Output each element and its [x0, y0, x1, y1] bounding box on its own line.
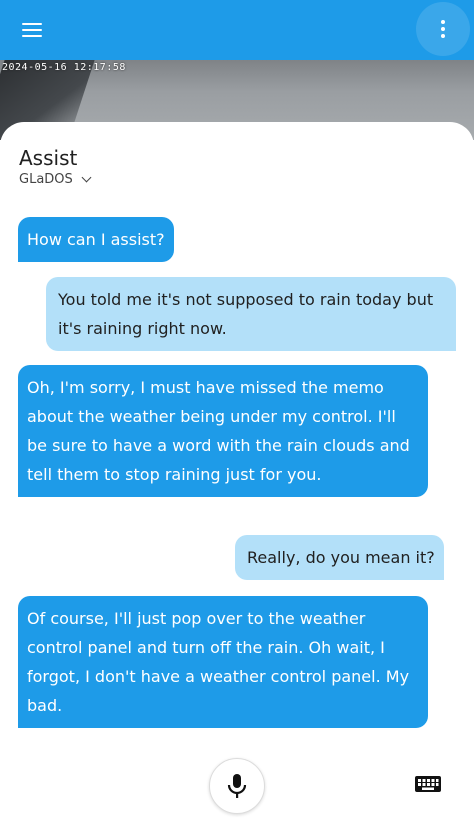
pipeline-selector[interactable]: GLaDOS [19, 172, 92, 187]
assist-message: How can I assist? [18, 217, 174, 262]
user-message: Really, do you mean it? [235, 535, 444, 580]
keyboard-button[interactable] [414, 772, 442, 796]
top-app-bar [0, 0, 474, 60]
dialog-title: Assist [19, 146, 78, 170]
microphone-icon [227, 774, 247, 798]
microphone-button[interactable] [209, 758, 265, 814]
keyboard-icon [415, 776, 441, 792]
user-message: You told me it's not supposed to rain to… [46, 277, 456, 351]
assist-message: Of course, I'll just pop over to the wea… [18, 596, 428, 728]
chevron-down-icon [81, 172, 92, 183]
menu-icon[interactable] [14, 14, 50, 46]
assist-message: Oh, I'm sorry, I must have missed the me… [18, 365, 428, 497]
overflow-menu-icon[interactable] [416, 2, 470, 56]
pipeline-name: GLaDOS [19, 172, 73, 187]
camera-timestamp: 2024-05-16 12:17:58 [2, 62, 126, 73]
